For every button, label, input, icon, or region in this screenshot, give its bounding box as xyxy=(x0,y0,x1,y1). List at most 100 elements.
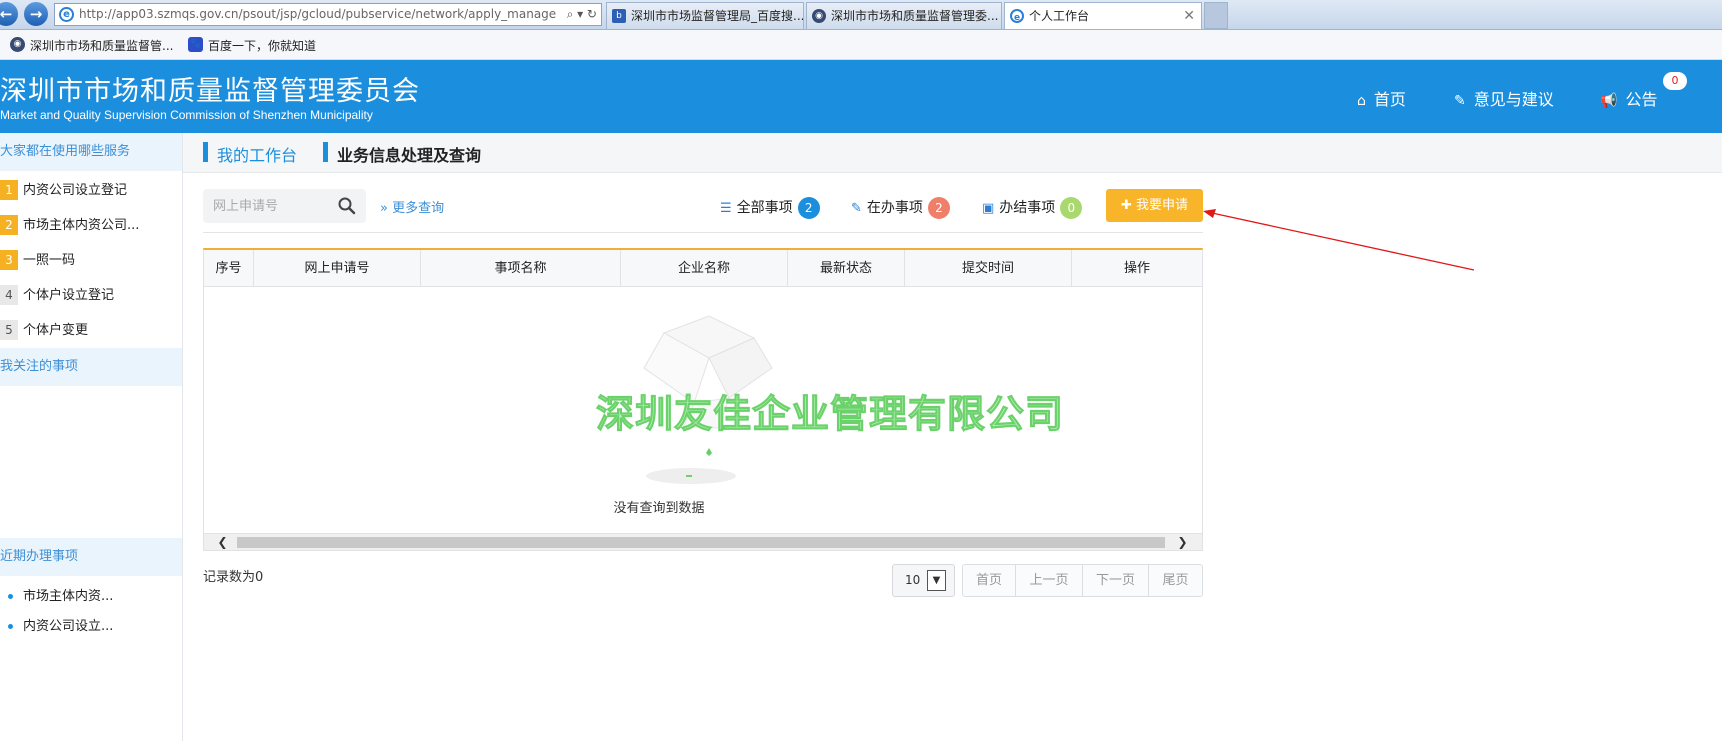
sidebar-heading-recent: 近期办理事项 xyxy=(0,538,182,576)
sidebar-item-label: 个体户变更 xyxy=(23,323,89,338)
back-arrow-icon[interactable]: ← xyxy=(0,2,18,26)
tab-label: 深圳市市场监督管理局_百度搜... xyxy=(631,9,804,23)
filter-all-label: 全部事项 xyxy=(736,200,793,216)
page-size-select[interactable]: 10 ▼ xyxy=(892,564,955,597)
filter-in-progress[interactable]: ✎ 在办事项 2 xyxy=(851,197,950,219)
favorites-bar: ◉ 深圳市市场和质量监督管... 🐾 百度一下，你就知道 xyxy=(0,30,1722,60)
sidebar-recent-label: 市场主体内资... xyxy=(23,589,114,604)
more-query-label: 更多查询 xyxy=(392,201,445,216)
sidebar-recent-item-2[interactable]: 内资公司设立... xyxy=(8,615,113,634)
sidebar-item-popular-2[interactable]: 2 市场主体内资公司... xyxy=(0,215,139,245)
rank-number: 5 xyxy=(0,320,18,340)
sidebar-item-popular-3[interactable]: 3 一照一码 xyxy=(0,250,75,280)
forward-arrow-icon[interactable]: → xyxy=(24,2,48,26)
sidebar-heading-popular: 大家都在使用哪些服务 xyxy=(0,133,182,171)
first-page-button[interactable]: 首页 xyxy=(963,565,1016,596)
search-box xyxy=(203,189,366,223)
watermark: 深圳友佳企业管理有限公司 xyxy=(595,391,1065,437)
column-header-index: 序号 xyxy=(204,250,254,287)
breadcrumb-marker xyxy=(203,142,208,162)
nav-home-label: 首页 xyxy=(1373,90,1406,109)
last-page-button[interactable]: 尾页 xyxy=(1149,565,1202,596)
edit-icon: ✎ xyxy=(851,201,862,216)
site-subtitle: Market and Quality Supervision Commissio… xyxy=(0,108,373,122)
page-title: 业务信息处理及查询 xyxy=(337,146,482,165)
emblem-icon: ◉ xyxy=(10,37,25,52)
next-page-button[interactable]: 下一页 xyxy=(1083,565,1149,596)
ie-icon: e xyxy=(59,7,74,22)
completed-count-badge: 0 xyxy=(1060,197,1083,219)
scroll-left-icon[interactable]: ❮ xyxy=(214,534,231,550)
address-url: http://app03.szmqs.gov.cn/psout/jsp/gclo… xyxy=(79,7,557,21)
column-header-application-no: 网上申请号 xyxy=(254,250,421,287)
rank-number: 3 xyxy=(0,250,18,270)
close-tab-icon[interactable]: ✕ xyxy=(1183,3,1195,29)
bullet-icon xyxy=(8,594,13,599)
favorite-baidu[interactable]: 🐾 百度一下，你就知道 xyxy=(188,37,316,54)
plus-icon: ✚ xyxy=(1120,198,1132,213)
tab-favicon-icon: b xyxy=(612,9,626,23)
new-tab-button[interactable] xyxy=(1204,2,1228,29)
nav-home[interactable]: ⌂ 首页 xyxy=(1357,86,1406,110)
breadcrumb-workbench[interactable]: 我的工作台 xyxy=(203,142,297,166)
column-header-submit-time: 提交时间 xyxy=(905,250,1072,287)
table-header: 序号 网上申请号 事项名称 企业名称 最新状态 提交时间 操作 xyxy=(204,250,1202,287)
nav-notice[interactable]: 📢 公告 xyxy=(1600,86,1657,110)
breadcrumb: 我的工作台 业务信息处理及查询 xyxy=(183,133,1722,173)
all-count-badge: 2 xyxy=(797,197,820,219)
search-icon[interactable] xyxy=(337,196,357,216)
scrollbar-thumb[interactable] xyxy=(237,537,1165,548)
double-chevron-down-icon: » xyxy=(380,201,388,216)
address-tools-icon[interactable]: ⌕ ▾ ↻ xyxy=(567,4,597,25)
favorite-label: 深圳市市场和质量监督管... xyxy=(30,39,174,53)
filter-completed[interactable]: ▣ 办结事项 0 xyxy=(982,197,1083,219)
browser-toolbar: ← → e http://app03.szmqs.gov.cn/psout/js… xyxy=(0,0,1722,30)
sidebar-item-popular-5[interactable]: 5 个体户变更 xyxy=(0,320,88,350)
tab-favicon-icon: ◉ xyxy=(812,9,826,23)
address-bar[interactable]: e http://app03.szmqs.gov.cn/psout/jsp/gc… xyxy=(54,3,602,26)
breadcrumb-marker xyxy=(323,142,328,162)
briefcase-icon: ▣ xyxy=(982,201,995,216)
sidebar-item-label: 一照一码 xyxy=(23,253,76,268)
column-header-company-name: 企业名称 xyxy=(621,250,788,287)
list-icon: ☰ xyxy=(720,201,732,216)
scroll-right-icon[interactable]: ❯ xyxy=(1174,534,1191,550)
chevron-down-icon[interactable]: ▼ xyxy=(927,570,946,591)
tab-label: 深圳市市场和质量监督管理委... xyxy=(831,9,999,23)
sidebar-heading-followed: 我关注的事项 xyxy=(0,348,182,386)
filter-all-items[interactable]: ☰ 全部事项 2 xyxy=(720,197,820,219)
record-count: 记录数为0 xyxy=(203,570,264,585)
rank-number: 4 xyxy=(0,285,18,305)
favorite-label: 百度一下，你就知道 xyxy=(208,39,317,53)
favorite-commission[interactable]: ◉ 深圳市市场和质量监督管... xyxy=(10,37,173,54)
page-size-value: 10 xyxy=(905,573,921,587)
filter-completed-label: 办结事项 xyxy=(999,200,1056,216)
empty-state-text: 没有查询到数据 xyxy=(613,501,705,516)
sidebar-item-popular-1[interactable]: 1 内资公司设立登记 xyxy=(0,180,127,210)
rank-number: 2 xyxy=(0,215,18,235)
browser-tab-workbench[interactable]: e 个人工作台 ✕ xyxy=(1004,2,1202,29)
notice-count-badge: 0 xyxy=(1663,72,1687,90)
sidebar-item-label: 个体户设立登记 xyxy=(23,288,115,303)
browser-tab-commission[interactable]: ◉ 深圳市市场和质量监督管理委... xyxy=(806,2,1002,29)
breadcrumb-business: 业务信息处理及查询 xyxy=(323,142,481,166)
browser-tab-baidu[interactable]: b 深圳市市场监督管理局_百度搜... xyxy=(606,2,804,29)
column-header-latest-status: 最新状态 xyxy=(788,250,905,287)
sidebar-recent-item-1[interactable]: 市场主体内资... xyxy=(8,585,113,604)
prev-page-button[interactable]: 上一页 xyxy=(1016,565,1083,596)
breadcrumb-workbench-label: 我的工作台 xyxy=(217,146,298,165)
tab-label: 个人工作台 xyxy=(1029,9,1090,23)
horizontal-scrollbar[interactable]: ❮ ❯ xyxy=(204,533,1202,550)
filter-in-progress-label: 在办事项 xyxy=(866,200,923,216)
edit-icon: ✎ xyxy=(1454,93,1466,109)
apply-button[interactable]: ✚ 我要申请 xyxy=(1106,189,1203,222)
nav-feedback[interactable]: ✎ 意见与建议 xyxy=(1454,86,1554,110)
search-input[interactable] xyxy=(213,196,333,216)
sidebar-item-popular-4[interactable]: 4 个体户设立登记 xyxy=(0,285,114,315)
sidebar-item-label: 市场主体内资公司... xyxy=(23,218,140,233)
divider xyxy=(203,232,1203,233)
rank-number: 1 xyxy=(0,180,18,200)
more-query-link[interactable]: » 更多查询 xyxy=(380,197,444,216)
nav-feedback-label: 意见与建议 xyxy=(1473,90,1554,109)
apply-label: 我要申请 xyxy=(1136,198,1189,213)
